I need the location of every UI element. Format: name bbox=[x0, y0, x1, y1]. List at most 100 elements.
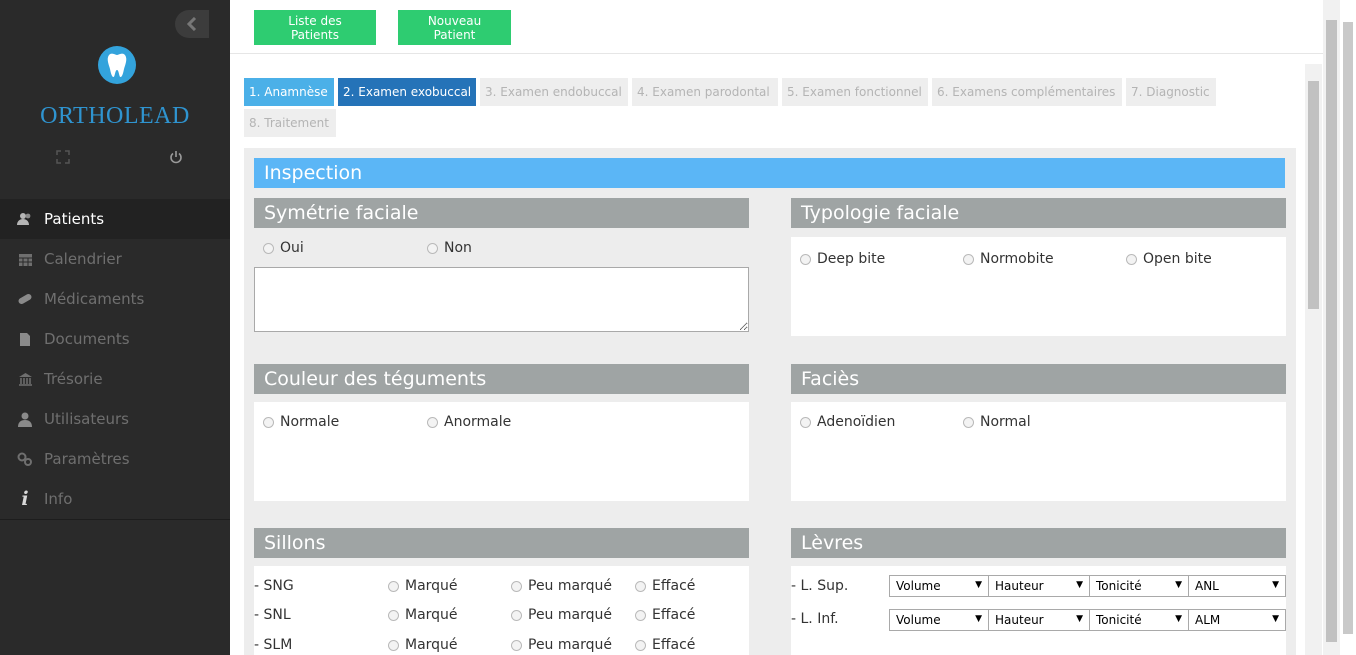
sidebar-nav: Patients Calendrier Médicaments Document… bbox=[0, 199, 230, 520]
radio-label: Deep bite bbox=[817, 251, 886, 267]
radio-adenoidien[interactable]: Adenoïdien bbox=[800, 414, 895, 430]
select-linf-hauteur[interactable]: Hauteur ▼ bbox=[988, 609, 1090, 631]
tab-examen-parodontal[interactable]: 4. Examen parodontal bbox=[632, 78, 778, 106]
select-linf-volume[interactable]: Volume ▼ bbox=[889, 609, 989, 631]
radio-circle bbox=[388, 609, 399, 621]
radio-slm-efface[interactable]: Effacé bbox=[635, 637, 695, 653]
collapse-sidebar-button[interactable] bbox=[175, 10, 209, 38]
sidebar-item-label: Utilisateurs bbox=[44, 410, 129, 428]
radio-facies-normal[interactable]: Normal bbox=[963, 414, 1031, 430]
patient-list-button[interactable]: Liste des Patients bbox=[254, 10, 376, 45]
radio-deep-bite[interactable]: Deep bite bbox=[800, 251, 885, 267]
sidebar-item-documents[interactable]: Documents bbox=[0, 319, 230, 359]
sidebar-item-parametres[interactable]: Paramètres bbox=[0, 439, 230, 479]
page-scrollbar-thumb[interactable] bbox=[1326, 20, 1337, 642]
fullscreen-icon[interactable] bbox=[56, 150, 72, 166]
radio-sng-peu-marque[interactable]: Peu marqué bbox=[511, 578, 612, 594]
radio-circle bbox=[963, 253, 974, 265]
tooth-logo-icon bbox=[98, 46, 136, 84]
radio-label: Anormale bbox=[444, 414, 512, 430]
dropdown-arrow-icon: ▼ bbox=[1076, 614, 1083, 624]
sidebar-item-patients[interactable]: Patients bbox=[0, 199, 230, 239]
select-value: Tonicité bbox=[1096, 613, 1142, 627]
select-value: ALM bbox=[1195, 613, 1221, 627]
radio-slm-peu-marque[interactable]: Peu marqué bbox=[511, 637, 612, 653]
window-scrollbar[interactable] bbox=[1340, 0, 1356, 655]
radio-label: Non bbox=[444, 240, 472, 256]
radio-sng-marque[interactable]: Marqué bbox=[388, 578, 458, 594]
radio-open-bite[interactable]: Open bite bbox=[1126, 251, 1212, 267]
radio-label: Effacé bbox=[652, 578, 696, 594]
tab-examen-exobuccal[interactable]: 2. Examen exobuccal bbox=[338, 78, 476, 106]
new-patient-button[interactable]: Nouveau Patient bbox=[398, 10, 511, 45]
sillon-label-sng: - SNG bbox=[254, 578, 294, 594]
content-scrollbar-thumb[interactable] bbox=[1308, 81, 1319, 309]
radio-label: Open bite bbox=[1143, 251, 1212, 267]
select-lsup-type[interactable]: ANL ▼ bbox=[1188, 575, 1286, 597]
radio-slm-marque[interactable]: Marqué bbox=[388, 637, 458, 653]
tab-traitement[interactable]: 8. Traitement bbox=[244, 109, 336, 137]
sidebar-item-tresorie[interactable]: Trésorie bbox=[0, 359, 230, 399]
select-linf-tonicite[interactable]: Tonicité ▼ bbox=[1089, 609, 1189, 631]
select-value: Volume bbox=[896, 579, 941, 593]
tab-examens-complementaires[interactable]: 6. Examens complémentaires bbox=[932, 78, 1122, 106]
radio-couleur-normale[interactable]: Normale bbox=[263, 414, 339, 430]
user-icon bbox=[16, 410, 34, 428]
radio-circle bbox=[635, 580, 646, 592]
levre-label-inf: - L. Inf. bbox=[791, 611, 839, 627]
radio-circle bbox=[800, 253, 811, 265]
window-scrollbar-thumb[interactable] bbox=[1343, 22, 1353, 634]
chevron-left-icon bbox=[187, 17, 197, 31]
sidebar-item-calendrier[interactable]: Calendrier bbox=[0, 239, 230, 279]
facies-title: Faciès bbox=[791, 364, 1286, 394]
radio-snl-efface[interactable]: Effacé bbox=[635, 607, 695, 623]
radio-circle bbox=[635, 609, 646, 621]
sillon-label-slm: - SLM bbox=[254, 637, 293, 653]
info-icon: i bbox=[21, 488, 29, 510]
radio-label: Normal bbox=[980, 414, 1031, 430]
gears-icon bbox=[16, 450, 34, 468]
sidebar-item-label: Trésorie bbox=[44, 370, 103, 388]
power-icon[interactable] bbox=[169, 150, 185, 166]
radio-label: Oui bbox=[280, 240, 304, 256]
select-linf-type[interactable]: ALM ▼ bbox=[1188, 609, 1286, 631]
select-value: Volume bbox=[896, 613, 941, 627]
radio-sng-efface[interactable]: Effacé bbox=[635, 578, 695, 594]
select-lsup-volume[interactable]: Volume ▼ bbox=[889, 575, 989, 597]
radio-label: Effacé bbox=[652, 607, 696, 623]
radio-symetrie-non[interactable]: Non bbox=[427, 240, 472, 256]
select-lsup-hauteur[interactable]: Hauteur ▼ bbox=[988, 575, 1090, 597]
content-scrollbar[interactable] bbox=[1305, 64, 1322, 655]
tab-examen-endobuccal[interactable]: 3. Examen endobuccal bbox=[480, 78, 628, 106]
sidebar-item-medicaments[interactable]: Médicaments bbox=[0, 279, 230, 319]
symetrie-notes-textarea[interactable] bbox=[254, 267, 749, 332]
dropdown-arrow-icon: ▼ bbox=[975, 580, 982, 590]
sidebar-item-info[interactable]: i Info bbox=[0, 479, 230, 519]
sidebar-item-utilisateurs[interactable]: Utilisateurs bbox=[0, 399, 230, 439]
select-lsup-tonicite[interactable]: Tonicité ▼ bbox=[1089, 575, 1189, 597]
dropdown-arrow-icon: ▼ bbox=[1175, 580, 1182, 590]
radio-snl-marque[interactable]: Marqué bbox=[388, 607, 458, 623]
inspection-header: Inspection bbox=[254, 158, 1285, 188]
tab-diagnostic[interactable]: 7. Diagnostic bbox=[1126, 78, 1216, 106]
radio-snl-peu-marque[interactable]: Peu marqué bbox=[511, 607, 612, 623]
radio-label: Normobite bbox=[980, 251, 1054, 267]
radio-label: Adenoïdien bbox=[817, 414, 896, 430]
bank-icon bbox=[16, 370, 34, 388]
sidebar-item-label: Info bbox=[44, 490, 73, 508]
levres-title: Lèvres bbox=[791, 528, 1286, 558]
dropdown-arrow-icon: ▼ bbox=[1272, 580, 1279, 590]
radio-normobite[interactable]: Normobite bbox=[963, 251, 1054, 267]
tab-anamnese[interactable]: 1. Anamnèse bbox=[244, 78, 334, 106]
tab-examen-fonctionnel[interactable]: 5. Examen fonctionnel bbox=[782, 78, 928, 106]
sidebar: ORTHOLEAD Patients Calendrier Médicament… bbox=[0, 0, 230, 655]
users-icon bbox=[16, 210, 34, 228]
radio-circle bbox=[511, 609, 522, 621]
sidebar-item-label: Paramètres bbox=[44, 450, 130, 468]
sidebar-item-label: Médicaments bbox=[44, 290, 145, 308]
radio-symetrie-oui[interactable]: Oui bbox=[263, 240, 304, 256]
radio-label: Effacé bbox=[652, 637, 696, 653]
radio-couleur-anormale[interactable]: Anormale bbox=[427, 414, 511, 430]
page-scrollbar[interactable] bbox=[1323, 0, 1340, 655]
typologie-title: Typologie faciale bbox=[791, 198, 1286, 228]
